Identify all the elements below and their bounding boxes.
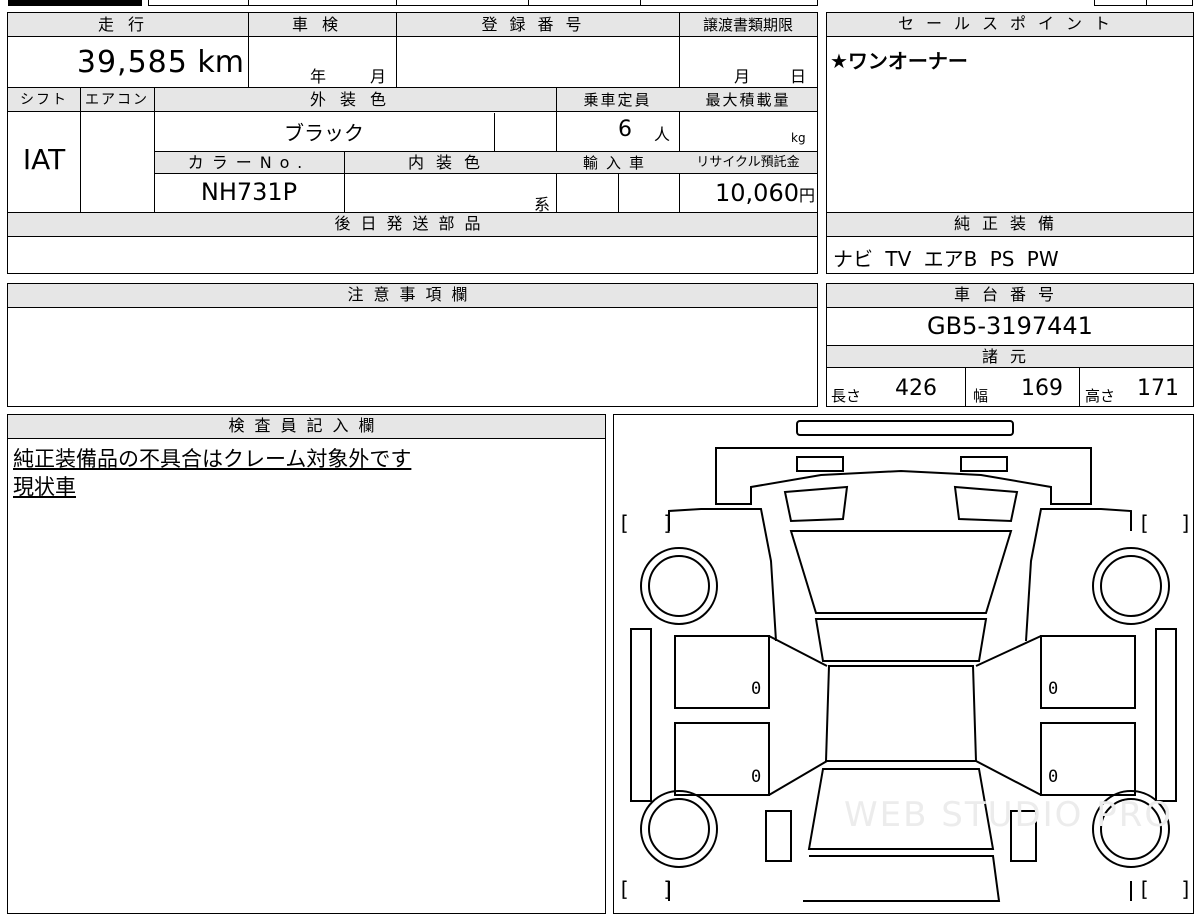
specs-label: 諸元 xyxy=(981,347,1038,366)
notes-box: 注意事項欄 xyxy=(7,283,818,407)
color-no-value: NH731P xyxy=(200,178,298,206)
notes-label: 注意事項欄 xyxy=(8,284,817,308)
damage-diagram-box: [ ] [ ] [ ] [ ] 0 0 0 0 WEB STUDIO PRO xyxy=(613,414,1194,914)
watermark: WEB STUDIO PRO xyxy=(844,795,1174,835)
interior-color-label: 内装色 xyxy=(407,153,492,172)
max-load-label: 最大積載量 xyxy=(705,91,791,109)
transfer-day: 日 xyxy=(790,67,807,86)
spec-length-label: 長さ xyxy=(831,387,862,405)
transfer-month: 月 xyxy=(734,67,751,86)
aircon-label: エアコン xyxy=(85,92,149,108)
capacity-label: 乗車定員 xyxy=(583,91,652,109)
exterior-color-label: 外装色 xyxy=(309,90,400,109)
bracket-front-left-close: ] xyxy=(662,511,675,535)
color-no-label: カラーNo. xyxy=(187,153,311,172)
spec-length-value: 426 xyxy=(895,376,937,401)
import-label: 輸入車 xyxy=(582,154,652,172)
spec-height-label: 高さ xyxy=(1085,387,1116,405)
bracket-rear-right-open: [ xyxy=(1138,877,1151,901)
chassis-box: 車台番号 GB5-3197441 諸元 長さ 426 幅 169 高さ 171 xyxy=(826,283,1194,407)
inspector-line-2: 現状車 xyxy=(13,475,76,499)
equipment-value: ナビ TV エアB PS PW xyxy=(833,247,1059,271)
shift-label: シフト xyxy=(20,92,68,108)
later-parts-box: 後日発送部品 xyxy=(7,212,818,274)
inspection-year: 年 xyxy=(310,67,327,86)
chassis-label: 車台番号 xyxy=(827,284,1193,308)
inspection-month: 月 xyxy=(370,67,387,86)
recycle-value: 10,060円 xyxy=(715,179,815,207)
spec-width-label: 幅 xyxy=(973,387,989,405)
sales-point-box: セールスポイント ★ワンオーナー xyxy=(826,12,1194,213)
equipment-label: 純正装備 xyxy=(827,213,1193,237)
recycle-label: リサイクル預託金 xyxy=(696,155,800,170)
mark-front-left-door: 0 xyxy=(751,679,762,699)
bracket-rear-left-close: ] xyxy=(662,877,675,901)
max-load-unit: kg xyxy=(791,131,806,145)
inspection-label: 車検 xyxy=(291,15,352,34)
mark-rear-right-door: 0 xyxy=(1048,767,1059,787)
exterior-color-value: ブラック xyxy=(284,121,364,145)
inspector-label: 検査員記入欄 xyxy=(8,415,605,439)
sales-point-value: ★ワンオーナー xyxy=(830,49,968,73)
equipment-box: 純正装備 ナビ TV エアB PS PW xyxy=(826,212,1194,274)
mileage-label: 走行 xyxy=(97,15,158,34)
shift-value: IAT xyxy=(22,143,66,176)
registration-label: 登録番号 xyxy=(481,15,594,34)
chassis-value: GB5-3197441 xyxy=(927,312,1093,340)
spec-width-value: 169 xyxy=(1021,376,1063,401)
top-black-bar xyxy=(8,0,142,6)
bracket-rear-left-open: [ xyxy=(618,877,631,901)
transfer-deadline-label: 譲渡書類期限 xyxy=(702,16,793,34)
bracket-rear-right-close: ] xyxy=(1180,877,1193,901)
top-strip-right xyxy=(1094,0,1193,6)
mark-front-right-door: 0 xyxy=(1048,679,1059,699)
spec-height-value: 171 xyxy=(1137,376,1179,401)
bracket-front-right-close: ] xyxy=(1180,511,1193,535)
sales-point-label: セールスポイント xyxy=(827,13,1193,37)
inspector-box: 検査員記入欄 純正装備品の不具合はクレーム対象外です 現状車 xyxy=(7,414,606,914)
vehicle-info-table: 走行 車検 登録番号 譲渡書類期限 39,585 km 年 月 月 日 シフト … xyxy=(7,12,818,214)
mark-rear-left-door: 0 xyxy=(751,767,762,787)
later-parts-label: 後日発送部品 xyxy=(8,213,817,237)
mileage-value: 39,585 km xyxy=(76,45,244,80)
bracket-front-right-open: [ xyxy=(1138,511,1151,535)
bracket-front-left-open: [ xyxy=(618,511,631,535)
inspector-line-1: 純正装備品の不具合はクレーム対象外です xyxy=(13,447,412,471)
